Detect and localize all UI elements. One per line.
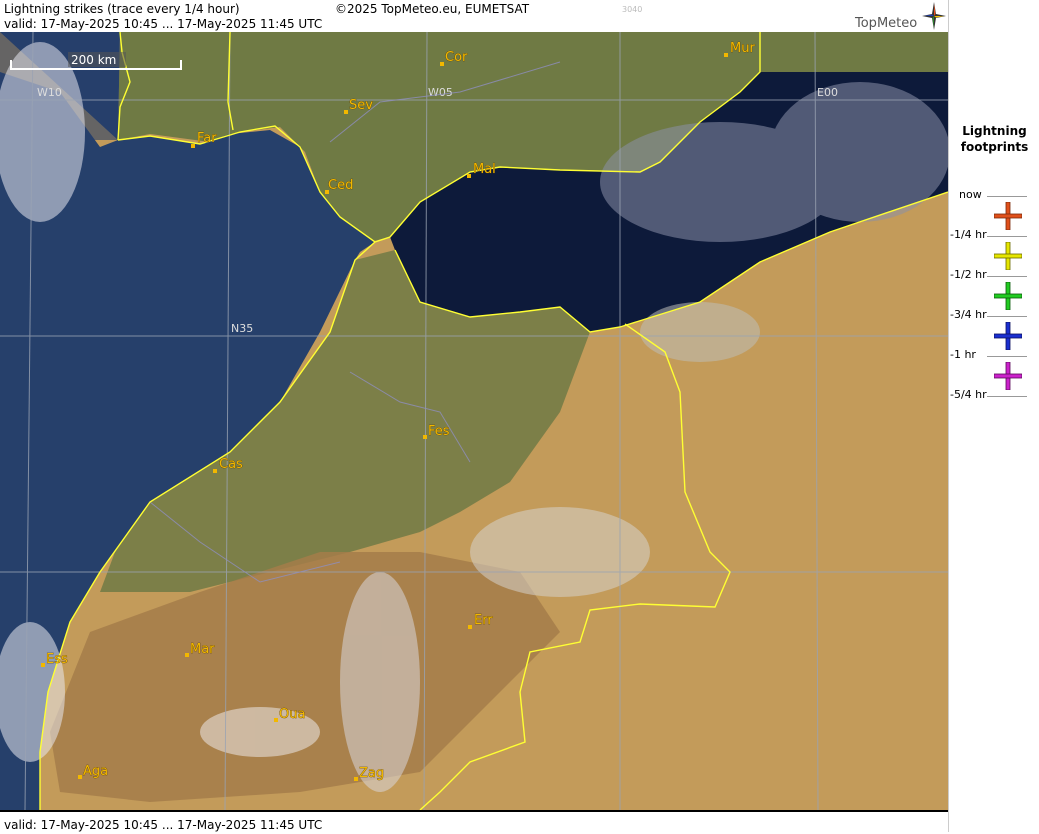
city-label-far: Far <box>197 131 217 146</box>
legend-row-half: -1/2 hr <box>949 268 1039 310</box>
city-label-mal: Mal <box>473 162 496 177</box>
legend-divider <box>987 316 1027 317</box>
legend-row-now: now <box>949 188 1039 230</box>
city-dot-mur <box>724 53 728 57</box>
city-dot-err <box>468 625 472 629</box>
scale-label: 200 km <box>71 53 116 67</box>
orange-cross-icon <box>994 202 1022 230</box>
copyright: ©2025 TopMeteo.eu, EUMETSAT <box>335 2 530 16</box>
legend-label-three-quarter: -3/4 hr <box>950 308 987 321</box>
legend-label-five-quarter: -5/4 hr <box>950 388 987 401</box>
city-dot-ess <box>41 663 45 667</box>
legend-row-three-quarter: -3/4 hr <box>949 308 1039 350</box>
header: Lightning strikes (trace every 1/4 hour)… <box>0 0 948 32</box>
city-dot-cor <box>440 62 444 66</box>
city-label-ced: Ced <box>328 178 353 193</box>
footer: valid: 17-May-2025 10:45 ... 17-May-2025… <box>0 810 948 834</box>
city-dot-cas <box>213 469 217 473</box>
city-dot-far <box>191 144 195 148</box>
brand-name: TopMeteo <box>855 16 918 31</box>
legend-divider <box>987 396 1027 397</box>
city-label-fes: Fes <box>428 424 450 439</box>
city-dot-fes <box>423 435 427 439</box>
city-label-ess: Ess <box>46 652 68 667</box>
legend-divider <box>987 276 1027 277</box>
city-dot-sev <box>344 110 348 114</box>
city-dot-oua <box>274 718 278 722</box>
image-code: 3040 <box>622 5 643 14</box>
city-label-cor: Cor <box>445 50 468 65</box>
blue-cross-icon <box>994 322 1022 350</box>
legend-label-now: now <box>959 188 982 201</box>
grid-label-e00: E00 <box>817 86 838 99</box>
legend-label-one-hour: -1 hr <box>950 348 976 361</box>
legend-label-half: -1/2 hr <box>950 268 987 281</box>
valid-time-top: valid: 17-May-2025 10:45 ... 17-May-2025… <box>4 17 323 31</box>
city-label-zag: Zag <box>359 766 384 781</box>
city-label-mur: Mur <box>730 41 755 56</box>
legend-row-one-hour: -1 hr <box>949 348 1039 390</box>
city-dot-zag <box>354 777 358 781</box>
city-label-aga: Aga <box>83 764 108 779</box>
city-label-oua: Oua <box>279 707 305 722</box>
legend-title-line1: Lightning <box>962 124 1027 138</box>
grid-label-n35: N35 <box>231 322 253 335</box>
legend-divider <box>987 236 1027 237</box>
grid-label-w05: W05 <box>428 86 453 99</box>
yellow-cross-icon <box>994 242 1022 270</box>
city-dot-mar <box>185 653 189 657</box>
city-label-cas: Cas <box>219 457 243 472</box>
city-label-err: Err <box>474 613 493 628</box>
brand-logo-icon <box>922 2 946 30</box>
green-cross-icon <box>994 282 1022 310</box>
grid-label-w10: W10 <box>37 86 62 99</box>
map-title: Lightning strikes (trace every 1/4 hour) <box>4 2 240 16</box>
legend-divider <box>987 196 1027 197</box>
magenta-cross-icon <box>994 362 1022 390</box>
city-label-mar: Mar <box>190 642 215 657</box>
legend-divider <box>987 356 1027 357</box>
satellite-map: W10 W05 E00 N35 200 km Cor Mur Sev Far M… <box>0 32 948 810</box>
lightning-legend: Lightning footprints now -1/4 hr -1/2 hr… <box>948 0 1039 832</box>
legend-row-five-quarter: -5/4 hr <box>949 388 1039 428</box>
city-dot-aga <box>78 775 82 779</box>
legend-title-line2: footprints <box>960 140 1029 154</box>
city-label-sev: Sev <box>349 98 373 113</box>
legend-row-quarter: -1/4 hr <box>949 228 1039 270</box>
legend-title: Lightning footprints <box>949 123 1039 155</box>
city-dot-mal <box>467 174 471 178</box>
legend-label-quarter: -1/4 hr <box>950 228 987 241</box>
valid-time-bottom: valid: 17-May-2025 10:45 ... 17-May-2025… <box>4 818 323 832</box>
